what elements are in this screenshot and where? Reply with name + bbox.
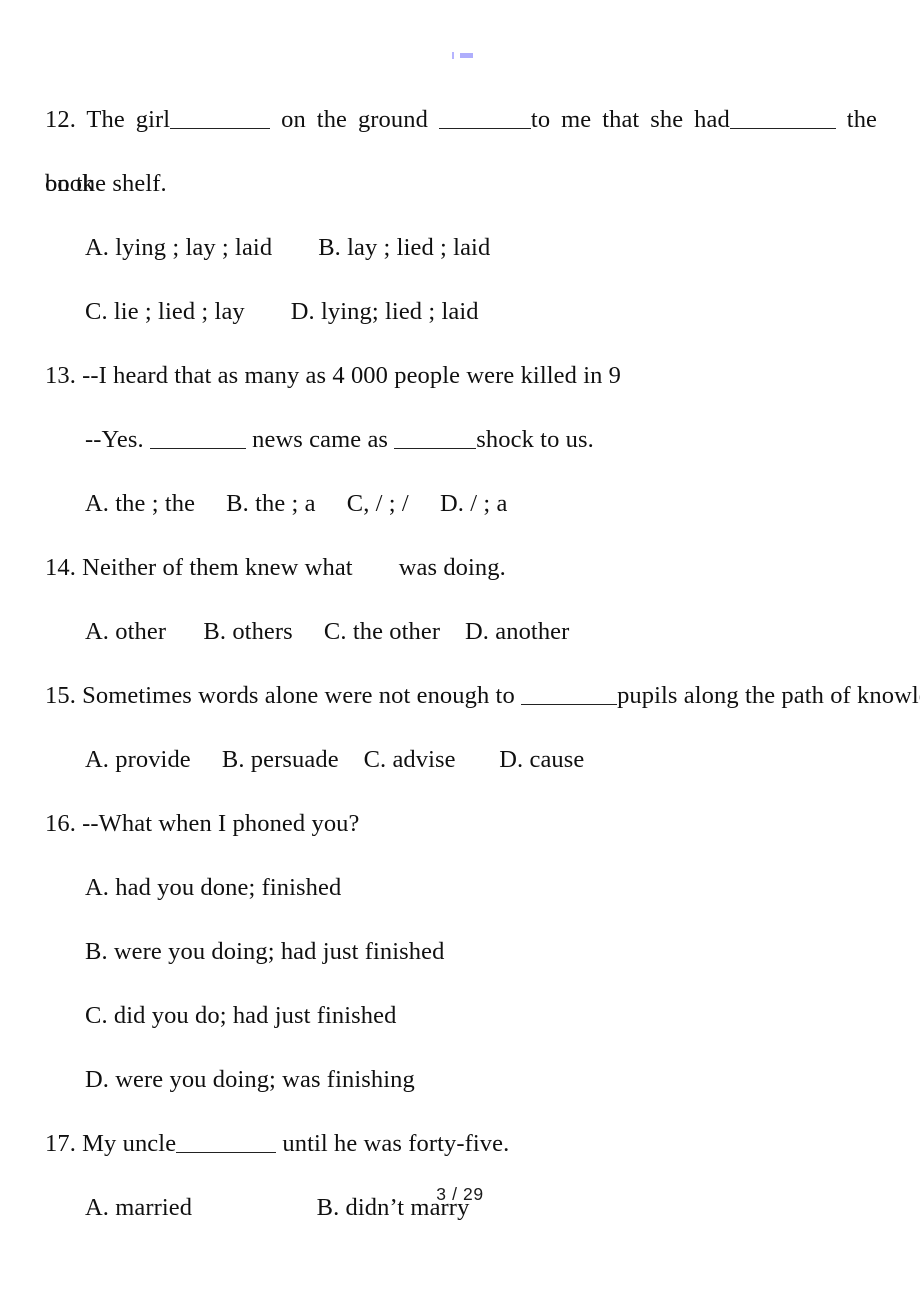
question-16-option-a: A. had you done; finished (85, 874, 342, 901)
question-16-option-c: C. did you do; had just finished (85, 1002, 397, 1029)
artifact-mark-left (452, 52, 454, 59)
question-12-options-row-2: C. lie ; lied ; lay D. lying; lied ; laid (45, 280, 877, 344)
question-12-blank-1 (170, 109, 271, 129)
question-12-continuation: on the shelf. (45, 170, 167, 197)
question-15-stem-part1: 15. Sometimes words alone were not enoug… (45, 682, 515, 709)
question-13-stem: 13. --I heard that as many as 4 000 peop… (45, 362, 622, 389)
question-15-stem-part2: pupils along the path of knowledge (617, 682, 920, 709)
question-12-option-b: B. lay ; lied ; laid (318, 234, 491, 261)
question-13-options-row: A. the ; the B. the ; a C, / ; / D. / ; … (85, 490, 508, 517)
question-16-stem: 16. --What when I phoned you? (45, 810, 360, 837)
question-13-blank-1 (149, 429, 246, 449)
question-12-stem-part2: on the ground (281, 106, 428, 133)
question-16-option-b: B. were you doing; had just finished (85, 938, 445, 965)
question-16-option-d: D. were you doing; was finishing (85, 1066, 415, 1093)
question-17-stem-part2: until he was forty-five. (282, 1130, 510, 1157)
question-12-stem-part3: to me that she had (530, 106, 730, 133)
question-12-option-c: C. lie ; lied ; lay (85, 298, 245, 325)
question-12-options-row-1: A. lying ; lay ; laid B. lay ; lied ; lai… (45, 216, 877, 280)
question-12-option-d: D. lying; lied ; laid (290, 298, 479, 325)
question-13-answer-line: --Yes. news came as shock to us. (45, 408, 877, 472)
question-14-stem: 14. Neither of them knew what was doing. (45, 536, 877, 600)
question-17-stem: 17. My uncle until he was forty-five. (45, 1112, 877, 1176)
question-12-stem-part1: 12. The girl (45, 106, 171, 133)
question-13-blank-2 (394, 429, 477, 449)
question-17-stem-part1: 17. My uncle (45, 1130, 177, 1157)
question-14-options-row: A. other B. others C. the other D. anoth… (85, 618, 570, 645)
scan-artifact-mark (452, 52, 474, 59)
question-12-blank-2 (438, 109, 531, 129)
question-15-stem: 15. Sometimes words alone were not enoug… (45, 664, 920, 728)
page-number-footer: 3 / 29 (436, 1184, 484, 1204)
question-14-stem-part2: was doing. (398, 554, 506, 581)
question-12-blank-3 (729, 109, 836, 129)
question-12-stem: 12. The girl on the ground to me that sh… (45, 88, 877, 197)
question-13-answer-part2: news came as (252, 426, 389, 453)
question-14-stem-part1: 14. Neither of them knew what (45, 554, 353, 581)
question-12-option-a: A. lying ; lay ; laid (85, 234, 273, 261)
artifact-mark-right (460, 53, 473, 58)
document-page: 12. The girl on the ground to me that sh… (0, 0, 920, 1302)
question-15-blank-1 (521, 685, 618, 705)
question-list: 12. The girl on the ground to me that sh… (45, 88, 920, 1240)
question-17-blank-1 (176, 1133, 277, 1153)
question-13-answer-part3: shock to us. (476, 426, 594, 453)
question-13-answer-part1: --Yes. (85, 426, 144, 453)
question-15-options-row: A. provide B. persuade C. advise D. caus… (85, 746, 585, 773)
